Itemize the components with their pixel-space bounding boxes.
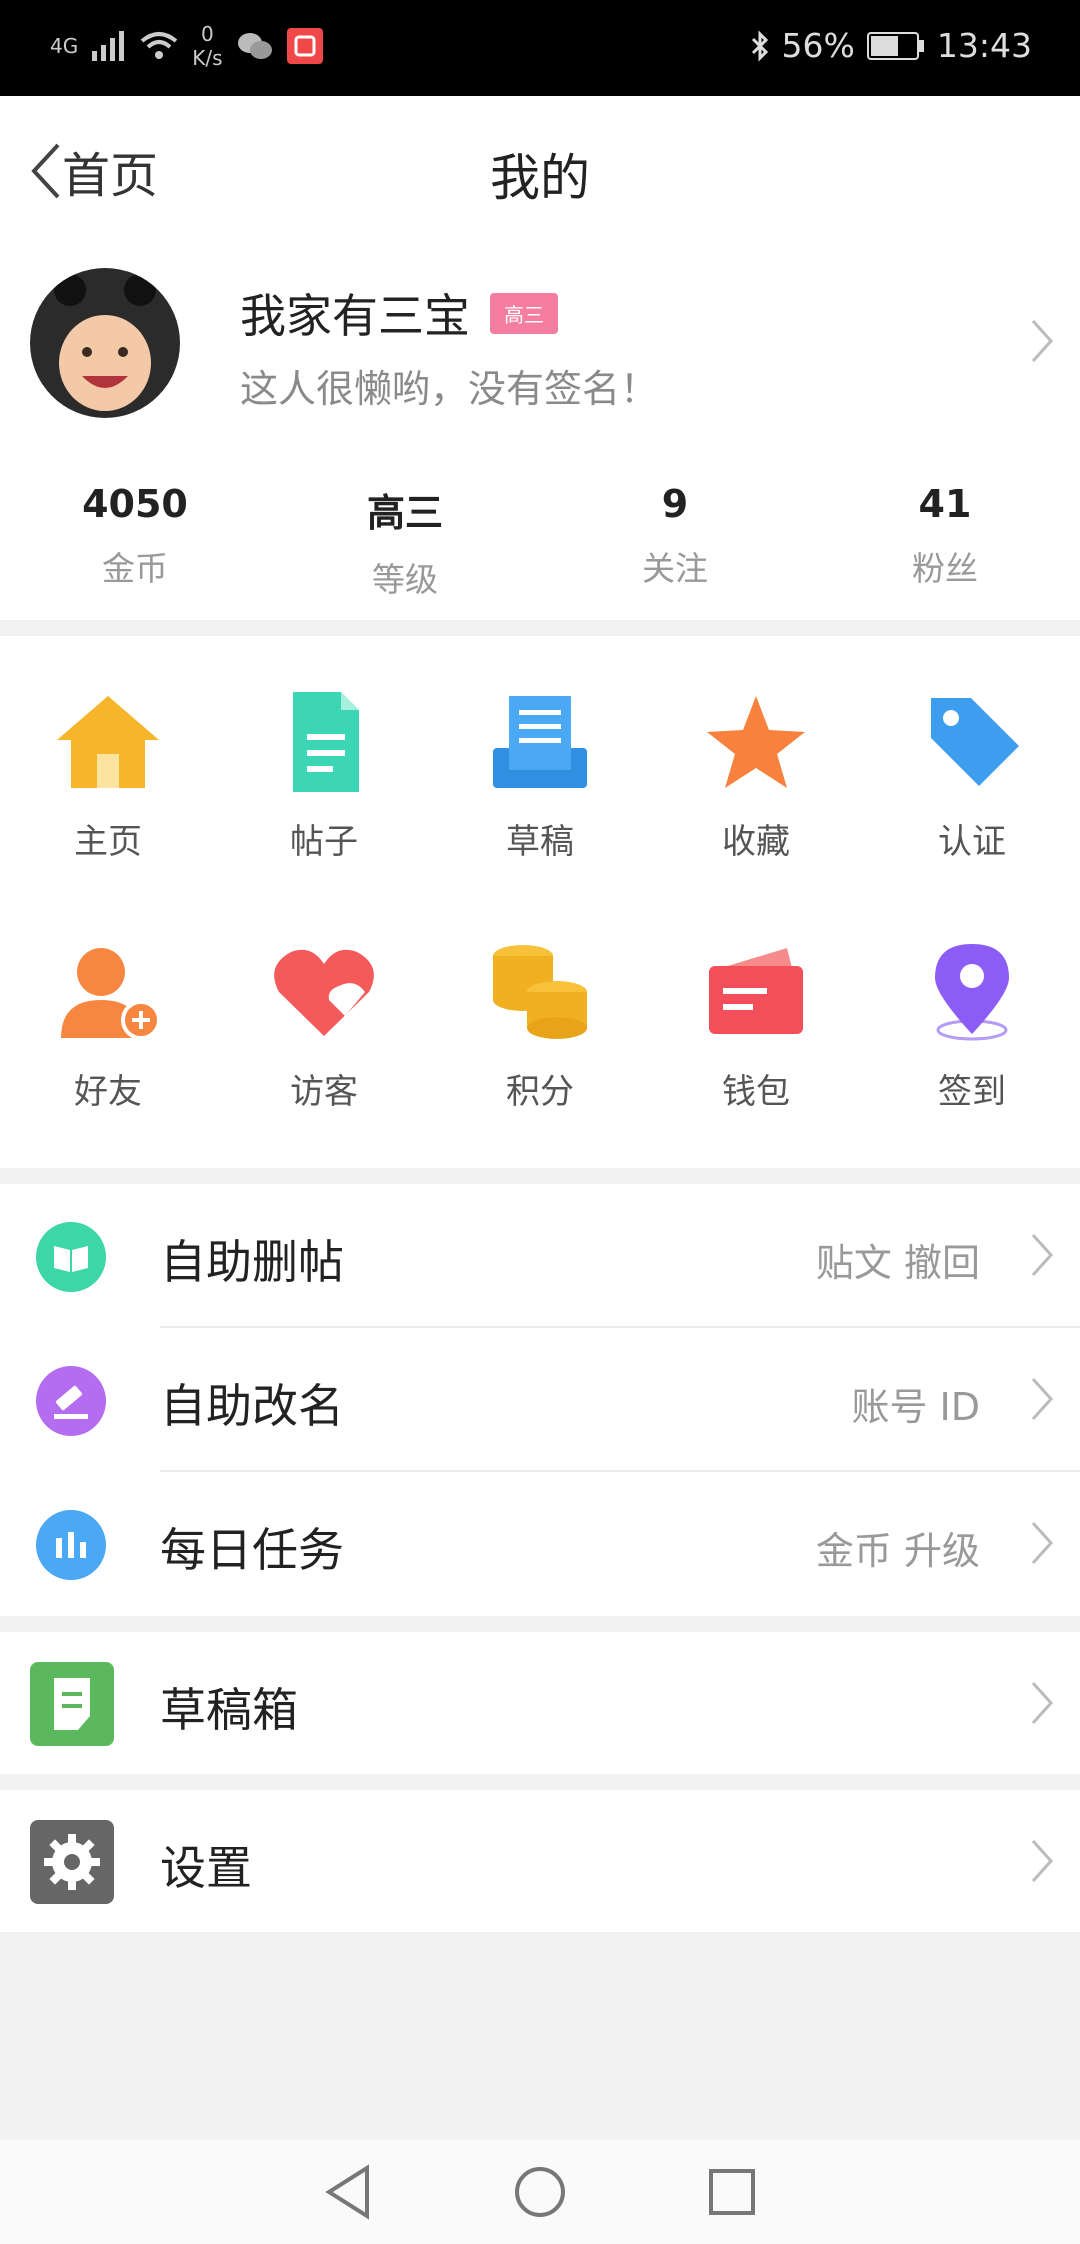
- grid-item-drafts[interactable]: 草稿: [432, 692, 648, 922]
- grid-label: 认证: [938, 822, 1006, 862]
- net-speed-unit: K/s: [192, 46, 223, 70]
- wifi-icon: [140, 32, 178, 59]
- add-friend-icon: [61, 948, 161, 1040]
- menu-sub: 账号 ID: [851, 1385, 980, 1429]
- grid-item-favorites[interactable]: 收藏: [648, 692, 864, 922]
- menu-group-settings: 设置: [0, 1790, 1080, 1932]
- grid-item-points[interactable]: 积分: [432, 942, 648, 1172]
- avatar[interactable]: [30, 268, 180, 418]
- video-app-icon: [286, 28, 323, 64]
- location-pin-icon: [935, 944, 1009, 1041]
- chart-icon: [36, 1510, 106, 1580]
- menu-label: 自助删帖: [160, 1235, 344, 1289]
- stats-row: 4050 金币 高三 等级 9 关注 41 粉丝: [0, 482, 1080, 601]
- chevron-right-icon: [1031, 319, 1054, 363]
- nav-home-icon[interactable]: [513, 2165, 567, 2219]
- menu-sub: 贴文 撤回: [815, 1241, 980, 1285]
- chevron-right-icon: [1031, 1377, 1054, 1421]
- menu-row-self-delete[interactable]: 自助删帖 贴文 撤回: [0, 1184, 1080, 1328]
- grid-label: 草稿: [506, 822, 574, 862]
- username: 我家有三宝: [240, 289, 470, 343]
- grid-label: 好友: [74, 1072, 142, 1112]
- stat-coins[interactable]: 4050 金币: [0, 482, 270, 601]
- grid-item-verify[interactable]: 认证: [864, 692, 1080, 922]
- stat-value: 4050: [82, 482, 188, 526]
- bluetooth-icon: [751, 29, 768, 62]
- level-badge: 高三: [490, 292, 558, 334]
- grid-item-visitors[interactable]: 访客: [216, 942, 432, 1172]
- grid-item-friends[interactable]: 好友: [0, 942, 216, 1172]
- wechat-icon: [237, 33, 272, 59]
- grid-label: 收藏: [722, 822, 790, 862]
- menu-row-self-rename[interactable]: 自助改名 账号 ID: [0, 1328, 1080, 1472]
- grid-label: 帖子: [290, 822, 358, 862]
- grid-label: 访客: [290, 1072, 358, 1112]
- profile-card[interactable]: 我家有三宝 高三 这人很懒哟，没有签名！ 4050 金币 高三 等级 9 关注 …: [0, 246, 1080, 620]
- stat-fans[interactable]: 41 粉丝: [810, 482, 1080, 601]
- stat-label: 等级: [372, 560, 438, 599]
- chevron-right-icon: [1031, 1233, 1054, 1277]
- stat-value: 9: [661, 482, 689, 526]
- stat-value: 41: [918, 482, 972, 526]
- chevron-right-icon: [1031, 1839, 1054, 1883]
- menu-row-drafts[interactable]: 草稿箱: [0, 1632, 1080, 1774]
- draft-icon: [493, 696, 587, 788]
- gavel-icon: [36, 1366, 106, 1436]
- clock: 13:43: [936, 26, 1032, 65]
- page-title: 我的: [490, 149, 590, 207]
- stat-label: 关注: [642, 549, 708, 588]
- grid-item-wallet[interactable]: 钱包: [648, 942, 864, 1172]
- tag-icon: [931, 698, 1019, 786]
- net-speed: 0 K/s: [192, 22, 222, 70]
- battery-icon: [866, 31, 924, 60]
- menu-label: 每日任务: [160, 1523, 344, 1577]
- battery-percent: 56%: [781, 26, 855, 65]
- system-nav-bar: [0, 2140, 1080, 2244]
- grid-item-home[interactable]: 主页: [0, 692, 216, 922]
- grid-item-checkin[interactable]: 签到: [864, 942, 1080, 1172]
- network-type: 4G: [50, 34, 79, 58]
- grid-item-posts[interactable]: 帖子: [216, 692, 432, 922]
- stat-value: 高三: [366, 491, 443, 535]
- signature: 这人很懒哟，没有签名！: [240, 367, 659, 411]
- grid-label: 签到: [938, 1072, 1006, 1112]
- settings-gear-icon: [30, 1820, 114, 1904]
- username-line: 我家有三宝 高三: [240, 280, 558, 346]
- home-icon: [57, 696, 159, 788]
- menu-label: 草稿箱: [160, 1683, 298, 1737]
- status-left: 4G 0 K/s: [50, 22, 323, 70]
- wallet-icon: [709, 948, 803, 1034]
- menu-row-daily-tasks[interactable]: 每日任务 金币 升级: [0, 1472, 1080, 1616]
- book-icon: [36, 1222, 106, 1292]
- coins-icon: [493, 945, 587, 1039]
- grid-label: 主页: [74, 822, 142, 862]
- nav-recents-icon[interactable]: [707, 2167, 757, 2217]
- stat-level[interactable]: 高三 等级: [270, 482, 540, 601]
- status-right: 56% 13:43: [750, 26, 1032, 65]
- stat-label: 金币: [102, 549, 168, 588]
- menu-sub: 金币 升级: [815, 1529, 980, 1573]
- stat-label: 粉丝: [912, 549, 978, 588]
- draft-box-icon: [30, 1662, 114, 1746]
- grid-label: 钱包: [722, 1072, 790, 1112]
- post-icon: [293, 692, 359, 792]
- visitor-heart-icon: [274, 949, 374, 1036]
- stat-following[interactable]: 9 关注: [540, 482, 810, 601]
- status-bar: 4G 0 K/s 56% 13:43: [0, 0, 1080, 96]
- chevron-right-icon: [1031, 1681, 1054, 1725]
- signal-icon: [92, 31, 125, 61]
- app-header: 首页 我的: [0, 96, 1080, 246]
- nav-back-icon[interactable]: [323, 2164, 373, 2220]
- menu-label: 设置: [160, 1841, 252, 1895]
- grid-label: 积分: [506, 1072, 574, 1112]
- chevron-right-icon: [1031, 1521, 1054, 1565]
- menu-row-settings[interactable]: 设置: [0, 1790, 1080, 1932]
- menu-label: 自助改名: [160, 1379, 344, 1433]
- star-icon: [707, 696, 805, 788]
- feature-grid: 主页 帖子 草稿 收藏 认证 好友 访客 积分 钱包 签到: [0, 636, 1080, 1168]
- net-speed-value: 0: [201, 22, 214, 46]
- menu-group-drafts: 草稿箱: [0, 1632, 1080, 1774]
- menu-group-tools: 自助删帖 贴文 撤回 自助改名 账号 ID 每日任务 金币 升级: [0, 1184, 1080, 1616]
